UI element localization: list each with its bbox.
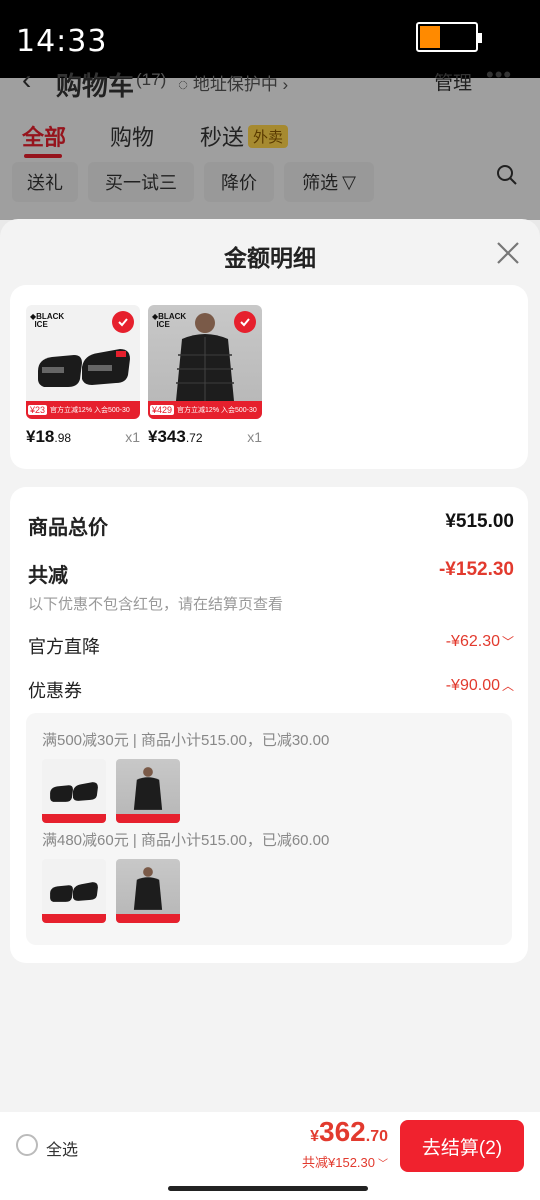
coupon-label: 优惠券 (28, 681, 82, 701)
discount-row: 共减 -¥152.30 (28, 559, 514, 587)
promo-strip: ¥429 官方立减12% 入会500-30 (148, 401, 262, 419)
brand-logo: ◆BLACK ICE (30, 312, 65, 329)
discount-label: 共减 (28, 565, 68, 587)
dim-overlay[interactable] (0, 78, 540, 220)
coupon-product-thumb[interactable] (116, 759, 180, 823)
home-indicator (168, 1186, 368, 1191)
price-summary-card: 商品总价 ¥515.00 共减 -¥152.30 以下优惠不包含红包，请在结算页… (10, 487, 528, 963)
official-discount-label: 官方直降 (28, 637, 100, 657)
coupon-product-thumb[interactable] (42, 759, 106, 823)
close-icon[interactable] (492, 237, 524, 269)
official-discount-row[interactable]: 官方直降 -¥62.30 ﹀ (28, 633, 514, 657)
products-card: ◆BLACK ICE ¥23 官方立减12% 入会500-30 ¥18.98 x (10, 285, 528, 469)
coupon-line: 满500减30元 | 商品小计515.00，已减30.00 (42, 732, 330, 749)
socks-illustration (38, 349, 130, 387)
coupon-row[interactable]: 优惠券 -¥90.00 ︿ (28, 677, 514, 701)
chevron-up-icon[interactable]: ︿ (502, 679, 514, 693)
product-quantity: x1 (125, 429, 140, 445)
product-quantity: x1 (247, 429, 262, 445)
product-item[interactable]: ◆BLACK ICE ¥23 官方立减12% 入会500-30 ¥18.98 x (26, 305, 140, 446)
coupon-product-thumb[interactable] (42, 859, 106, 923)
coupon-product-thumb[interactable] (116, 859, 180, 923)
discount-note: 以下优惠不包含红包，请在结算页查看 (28, 596, 284, 613)
select-all-radio[interactable] (16, 1134, 38, 1156)
status-time: 14:33 (16, 24, 108, 59)
discount-value: -¥152.30 (438, 559, 514, 580)
coupon-value: -¥90.00 (445, 677, 500, 694)
product-image-jacket[interactable]: ◆BLACK ICE ¥429 官方立减12% 入会500-30 (148, 305, 262, 419)
sheet-title: 金额明细 (224, 245, 316, 271)
official-discount-value: -¥62.30 (445, 633, 500, 650)
promo-strip: ¥23 官方立减12% 入会500-30 (26, 401, 140, 419)
checked-icon[interactable] (112, 311, 134, 333)
coupon-line: 满480减60元 | 商品小计515.00，已减60.00 (42, 832, 330, 849)
checkout-button[interactable]: 去结算(2) (400, 1120, 524, 1172)
select-all-label[interactable]: 全选 (46, 1136, 78, 1160)
total-price: ¥362.70 (310, 1116, 388, 1147)
saved-amount[interactable]: 共减¥152.30 ﹀ (302, 1152, 388, 1171)
battery-icon (416, 22, 482, 52)
chevron-down-icon[interactable]: ﹀ (502, 635, 514, 649)
total-value: ¥515.00 (445, 511, 514, 532)
chevron-down-icon: ﹀ (378, 1159, 388, 1170)
product-image-socks[interactable]: ◆BLACK ICE ¥23 官方立减12% 入会500-30 (26, 305, 140, 419)
coupon-detail-box: 满500减30元 | 商品小计515.00，已减30.00 满480减60元 |… (26, 713, 512, 945)
product-price: ¥18.98 (26, 427, 72, 446)
product-price: ¥343.72 (148, 427, 203, 446)
product-item[interactable]: ◆BLACK ICE ¥429 官方立减12% 入会500-30 ¥343.72… (148, 305, 262, 446)
total-label: 商品总价 (28, 517, 108, 539)
amount-detail-sheet: 金额明细 ◆BLACK ICE ¥23 官方立减12% 入会500-30 ¥18… (0, 219, 540, 1200)
jacket-illustration (176, 313, 234, 401)
total-row: 商品总价 ¥515.00 (28, 511, 514, 539)
